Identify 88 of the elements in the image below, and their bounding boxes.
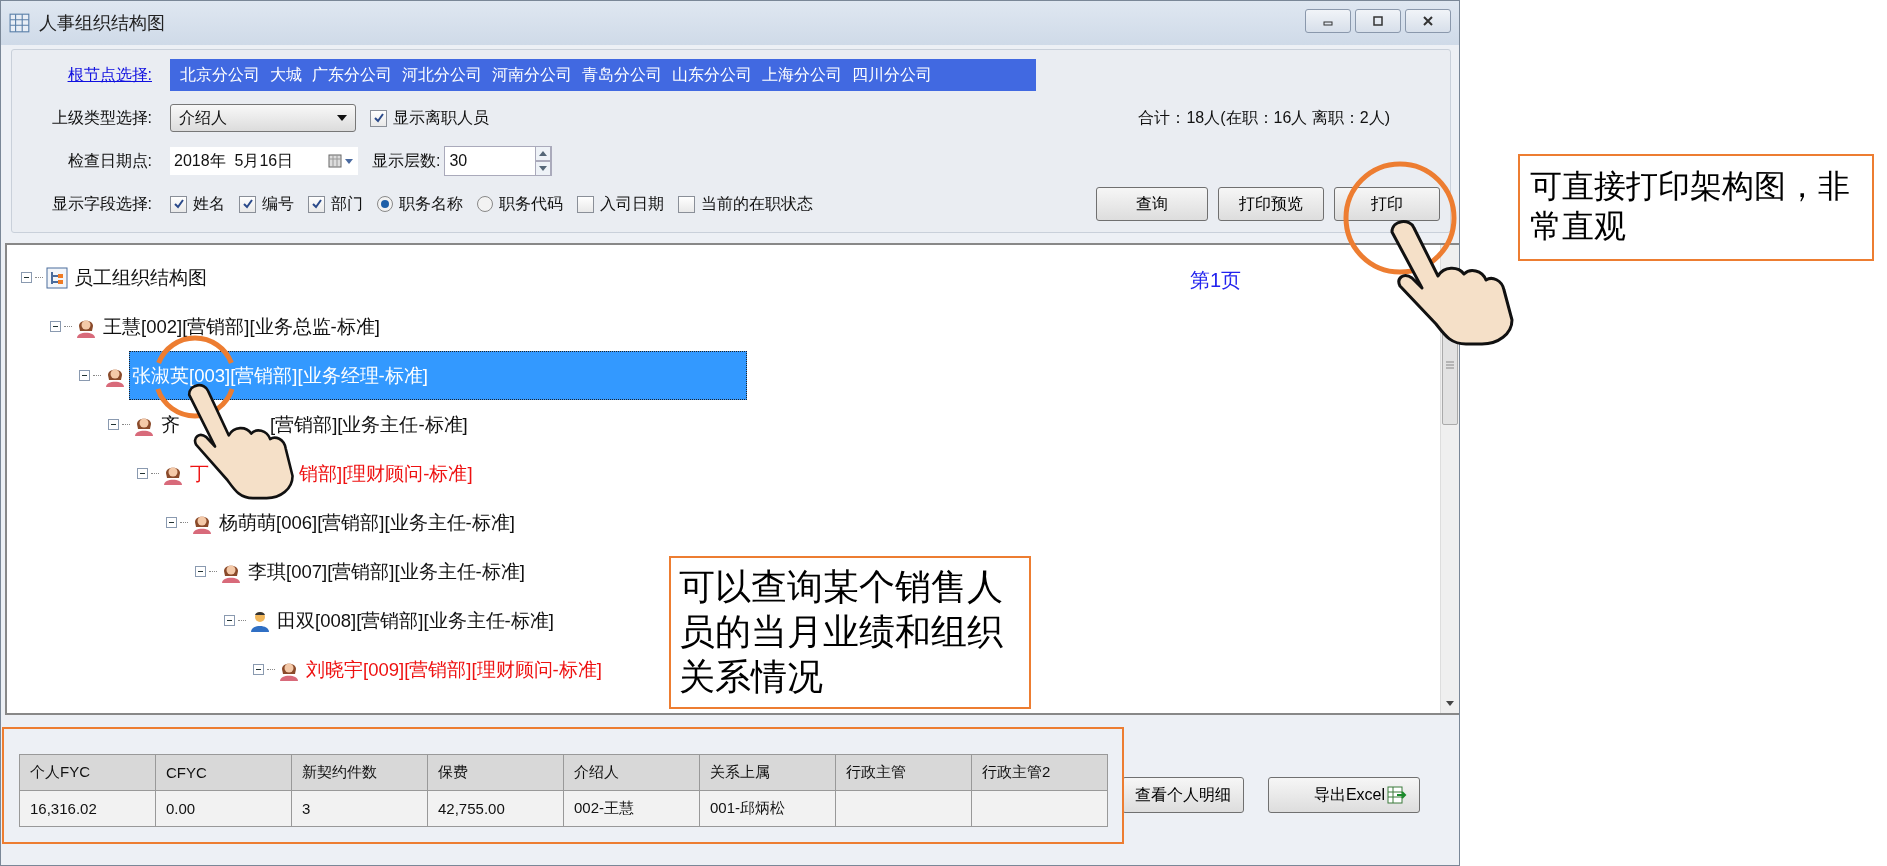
collapse-icon[interactable] xyxy=(195,566,206,577)
tree-node[interactable]: 王慧[002][营销部][业务总监-标准] xyxy=(100,309,383,344)
excel-icon xyxy=(1387,785,1407,805)
branch-item[interactable]: 上海分公司 xyxy=(762,64,842,86)
checkbox[interactable] xyxy=(308,195,325,213)
table-cell: 002-王慧 xyxy=(563,790,700,826)
column-header: CFYC xyxy=(155,754,292,790)
column-header: 介绍人 xyxy=(563,754,700,790)
radio-button[interactable] xyxy=(477,196,493,212)
levels-spinbox[interactable]: 30 xyxy=(444,146,553,176)
action-button[interactable]: 查询 xyxy=(1096,187,1208,221)
checkbox[interactable] xyxy=(577,195,594,213)
checkbox[interactable] xyxy=(678,195,695,213)
field-label: 检查日期点: xyxy=(66,150,152,171)
radio-button[interactable] xyxy=(377,196,393,212)
column-header: 行政主管 xyxy=(835,754,972,790)
column-header: 行政主管2 xyxy=(971,754,1108,790)
action-button[interactable]: 打印预览 xyxy=(1218,187,1324,221)
org-chart-icon xyxy=(46,266,68,289)
page-label: 第1页 xyxy=(1190,268,1242,293)
calendar-icon xyxy=(328,154,354,168)
collapse-icon[interactable] xyxy=(108,419,119,430)
tree-node[interactable]: 齐 [营销部][业务主任-标准] xyxy=(158,407,471,442)
maximize-icon xyxy=(1372,15,1384,27)
option-label: 部门 xyxy=(331,193,363,214)
branch-item[interactable]: 大城 xyxy=(270,64,302,86)
table-cell: 3 xyxy=(291,790,428,826)
checkbox-label: 显示离职人员 xyxy=(393,107,489,128)
branch-item[interactable]: 广东分公司 xyxy=(312,64,392,86)
branch-item[interactable]: 河南分公司 xyxy=(492,64,572,86)
branch-item[interactable]: 山东分公司 xyxy=(672,64,752,86)
tree-node[interactable]: 员工组织结构图 xyxy=(71,260,210,295)
table-cell: 16,316.02 xyxy=(19,790,156,826)
summary-text: 合计：18人(在职：16人 离职：2人) xyxy=(1138,107,1390,128)
table-cell: 0.00 xyxy=(155,790,292,826)
option-label: 编号 xyxy=(262,193,294,214)
collapse-icon[interactable] xyxy=(79,370,90,381)
checkbox[interactable] xyxy=(239,195,256,213)
field-label: 显示层数: xyxy=(372,150,441,171)
collapse-icon[interactable] xyxy=(137,468,148,479)
date-field[interactable]: 2018年 5月16日 xyxy=(170,147,358,175)
detail-button[interactable]: 导出Excel xyxy=(1268,777,1420,813)
table-cell: 001-邱炳松 xyxy=(699,790,836,826)
option-label: 职务名称 xyxy=(399,193,463,214)
column-header: 保费 xyxy=(427,754,564,790)
callout-note: 可以查询某个销售人员的当月业绩和组织关系情况 xyxy=(669,556,1031,709)
action-button[interactable]: 打印 xyxy=(1334,187,1440,221)
callout-note: 可直接打印架构图，非常直观 xyxy=(1518,154,1874,261)
option-label: 当前的在职状态 xyxy=(701,193,813,214)
checkbox[interactable] xyxy=(370,109,387,127)
person-icon xyxy=(249,609,271,632)
branch-item[interactable]: 北京分公司 xyxy=(180,64,260,86)
window-title: 人事组织结构图 xyxy=(39,12,165,35)
tree-node[interactable]: 李琪[007][营销部][业务主任-标准] xyxy=(245,554,528,589)
collapse-icon[interactable] xyxy=(166,517,177,528)
caret-icon xyxy=(337,115,347,121)
tree-node[interactable]: 田双[008][营销部][业务主任-标准] xyxy=(274,603,557,638)
branch-item[interactable]: 河北分公司 xyxy=(402,64,482,86)
column-header: 新契约件数 xyxy=(291,754,428,790)
minimize-button[interactable] xyxy=(1305,9,1351,33)
collapse-icon[interactable] xyxy=(224,615,235,626)
option-label: 姓名 xyxy=(193,193,225,214)
branch-item[interactable]: 四川分公司 xyxy=(852,64,932,86)
collapse-icon[interactable] xyxy=(21,272,32,283)
restore-button[interactable] xyxy=(1355,9,1401,33)
option-label: 入司日期 xyxy=(600,193,664,214)
checkbox[interactable] xyxy=(170,195,187,213)
column-header: 个人FYC xyxy=(19,754,156,790)
close-icon xyxy=(1422,15,1434,27)
field-label: 显示字段选择: xyxy=(50,193,152,214)
superior-type-dropdown[interactable]: 介绍人 xyxy=(170,104,356,132)
branch-item[interactable]: 青岛分公司 xyxy=(582,64,662,86)
close-button[interactable] xyxy=(1405,9,1451,33)
option-label: 职务代码 xyxy=(499,193,563,214)
collapse-icon[interactable] xyxy=(253,664,264,675)
grip-icon xyxy=(1445,361,1455,369)
table-cell: 42,755.00 xyxy=(427,790,564,826)
collapse-icon[interactable] xyxy=(50,321,61,332)
tree-node[interactable]: 丁 销部][理财顾问-标准] xyxy=(187,456,476,491)
column-header: 关系上属 xyxy=(699,754,836,790)
tree-node[interactable]: 杨萌萌[006][营销部][业务主任-标准] xyxy=(216,505,518,540)
detail-button[interactable]: 查看个人明细 xyxy=(1122,777,1244,813)
spin-arrows-icon[interactable] xyxy=(535,146,552,176)
scroll-down-icon[interactable] xyxy=(1445,701,1455,707)
tree-node[interactable]: 刘晓宇[009][营销部][理财顾问-标准] xyxy=(303,652,605,687)
field-label: 上级类型选择: xyxy=(50,107,152,128)
table-icon xyxy=(9,12,31,34)
root-node-link[interactable]: 根节点选择: xyxy=(22,64,152,86)
